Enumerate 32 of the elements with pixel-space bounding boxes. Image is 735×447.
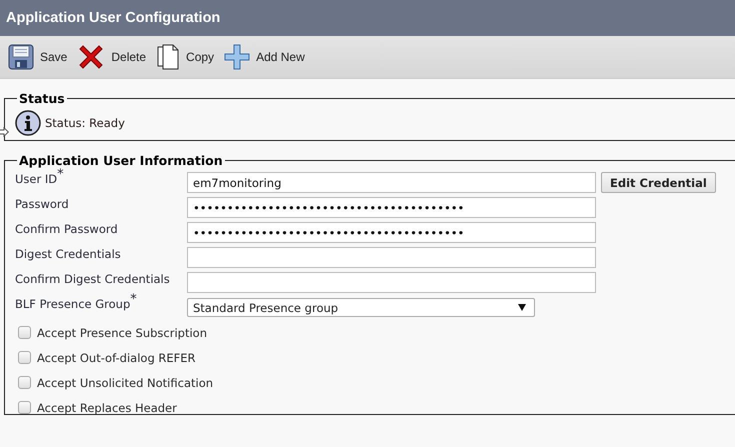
input-field[interactable] [187, 247, 596, 268]
info-icon [15, 110, 41, 136]
checkbox-label: Accept Unsolicited Notification [37, 376, 214, 390]
input-field[interactable]: •••••••••••••••••••••••••••••••••••••••• [187, 222, 596, 243]
edit-credential-button[interactable]: Edit Credential [601, 172, 716, 193]
checkbox[interactable] [18, 326, 31, 339]
field-label: Digest Credentials [15, 246, 122, 261]
checkbox[interactable] [18, 376, 31, 389]
input-field[interactable]: em7monitoring [187, 172, 596, 193]
window-title: Application User Configuration [6, 10, 220, 26]
cross-icon [77, 43, 106, 71]
checkbox[interactable] [18, 401, 31, 414]
checkbox-label: Accept Replaces Header [37, 400, 177, 414]
add-button[interactable]: Add New [224, 44, 305, 70]
field-label: Password [15, 196, 70, 211]
plus-icon [224, 44, 250, 70]
input-field[interactable]: •••••••••••••••••••••••••••••••••••••••• [187, 197, 596, 218]
checkbox-label: Accept Out-of-dialog REFER [37, 350, 196, 364]
copy-button[interactable]: Copy [156, 44, 214, 70]
save-button[interactable]: Save [8, 44, 68, 70]
dropdown[interactable]: Standard Presence group [187, 298, 535, 317]
copy-icon [156, 44, 180, 70]
section-legend: Status [17, 91, 67, 106]
field-label: Confirm Password [15, 221, 119, 236]
input-field[interactable] [187, 272, 596, 293]
caret-icon [518, 304, 526, 311]
status-message: Status: Ready [45, 116, 125, 130]
delete-button[interactable]: Delete [77, 43, 146, 71]
checkbox-label: Accept Presence Subscription [37, 326, 207, 340]
section-legend: Application User Information [17, 153, 225, 168]
checkbox[interactable] [18, 351, 31, 364]
field-label: Confirm Digest Credentials [15, 271, 171, 286]
